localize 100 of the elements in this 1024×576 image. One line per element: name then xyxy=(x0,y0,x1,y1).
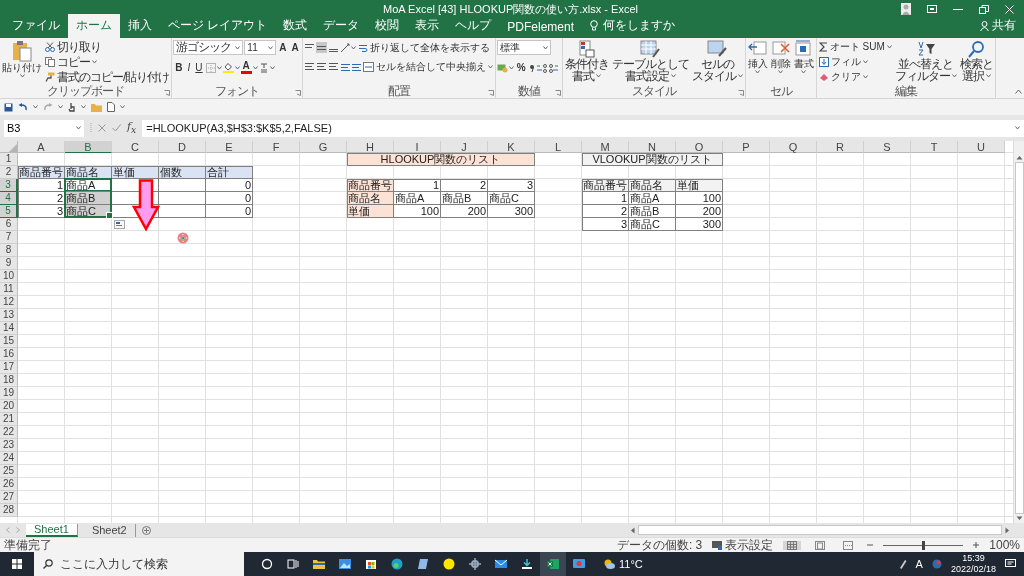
row-header[interactable]: 9 xyxy=(0,257,18,270)
formula-field[interactable]: =HLOOKUP(A3,$H$3:$K$5,2,FALSE) xyxy=(142,119,1024,137)
row-header[interactable]: 19 xyxy=(0,387,18,400)
touch-mode-icon[interactable] xyxy=(68,102,76,112)
close-icon[interactable] xyxy=(1005,4,1014,14)
caret-icon[interactable] xyxy=(801,70,807,74)
column-header[interactable]: H xyxy=(347,141,394,153)
paste-options-icon[interactable] xyxy=(114,220,125,229)
format-button[interactable]: U xyxy=(193,61,205,74)
sheet-tab[interactable]: Sheet1 xyxy=(26,523,78,537)
clipboard-button[interactable]: 切り取り xyxy=(44,40,171,54)
wrap-text-button[interactable]: 折り返して全体を表示する xyxy=(356,40,491,55)
column-header[interactable]: K xyxy=(488,141,535,153)
row-header[interactable]: 6 xyxy=(0,218,18,231)
function-label[interactable]: f$_{x}$ xyxy=(127,120,137,136)
circle-icon[interactable] xyxy=(443,558,455,570)
editing-button[interactable]: フィル xyxy=(817,55,893,69)
clipboard-button[interactable]: 書式のコピー/貼り付け xyxy=(44,70,171,84)
row-header[interactable]: 20 xyxy=(0,400,18,413)
decrease-indent-icon[interactable] xyxy=(339,61,350,72)
row-header[interactable]: 22 xyxy=(0,426,18,439)
style-button[interactable]: セルの スタイル xyxy=(690,40,744,82)
row-header[interactable]: 18 xyxy=(0,374,18,387)
fill-color-icon[interactable] xyxy=(222,62,234,73)
cells-button[interactable]: 削除 xyxy=(769,40,792,74)
folder-icon[interactable] xyxy=(313,558,325,570)
scroll-down-icon[interactable] xyxy=(1015,516,1023,521)
ribbon-tab[interactable]: 挿入 xyxy=(120,14,160,38)
caret-icon[interactable] xyxy=(234,65,240,70)
ribbon-tab[interactable]: データ xyxy=(315,14,368,38)
tell-me-button[interactable]: 何をしますか xyxy=(582,14,684,38)
scroll-right-icon[interactable] xyxy=(1005,526,1010,534)
editing-button[interactable]: 検索と 選択 xyxy=(958,40,994,82)
cells-button[interactable]: 挿入 xyxy=(746,40,769,74)
zoom-out-icon[interactable] xyxy=(867,542,874,548)
name-box[interactable]: B3 xyxy=(4,119,84,137)
shrink-font-button[interactable]: A xyxy=(289,41,301,54)
column-header[interactable]: S xyxy=(864,141,911,153)
notification-icon[interactable] xyxy=(1005,559,1016,569)
clipboard-button[interactable]: コピー xyxy=(44,55,171,69)
clock-time[interactable]: 15:39 xyxy=(962,553,985,564)
scroll-up-icon[interactable] xyxy=(1015,155,1023,160)
pen-icon[interactable] xyxy=(898,559,907,569)
scroll-left-icon[interactable] xyxy=(630,526,635,534)
column-header[interactable]: C xyxy=(112,141,159,153)
caret-icon[interactable] xyxy=(862,75,868,79)
save-icon[interactable] xyxy=(4,102,13,112)
caret-icon[interactable] xyxy=(268,45,274,50)
column-header[interactable]: I xyxy=(394,141,441,153)
row-header[interactable]: 16 xyxy=(0,348,18,361)
column-header[interactable]: R xyxy=(817,141,864,153)
align-left-icon[interactable] xyxy=(303,61,315,72)
column-header[interactable]: D xyxy=(159,141,206,153)
column-header[interactable]: U xyxy=(958,141,1005,153)
row-header[interactable]: 14 xyxy=(0,322,18,335)
ribbon-tab[interactable]: PDFelement xyxy=(499,17,583,38)
row-header[interactable]: 3 xyxy=(0,179,18,192)
undo-icon[interactable] xyxy=(18,102,28,112)
photos-icon[interactable] xyxy=(339,558,351,570)
currency-icon[interactable] xyxy=(496,62,508,73)
caret-icon[interactable] xyxy=(596,74,602,78)
percent-button[interactable]: % xyxy=(514,61,528,74)
row-header[interactable]: 7 xyxy=(0,231,18,244)
row-header[interactable]: 27 xyxy=(0,491,18,504)
caret-icon[interactable] xyxy=(1015,126,1020,130)
caret-icon[interactable] xyxy=(670,74,676,78)
row-header[interactable]: 5 xyxy=(0,205,18,218)
caret-icon[interactable] xyxy=(58,105,63,109)
caret-icon[interactable] xyxy=(81,105,86,109)
increase-decimal-icon[interactable] xyxy=(535,62,548,73)
dialog-launcher-icon[interactable] xyxy=(737,90,744,96)
row-header[interactable]: 4 xyxy=(0,192,18,205)
caret-icon[interactable] xyxy=(508,65,514,70)
column-header[interactable]: E xyxy=(206,141,253,153)
row-header[interactable]: 25 xyxy=(0,465,18,478)
dialog-launcher-icon[interactable] xyxy=(164,90,171,96)
grow-font-button[interactable]: A xyxy=(277,41,289,54)
column-header[interactable]: A xyxy=(18,141,65,153)
dialog-launcher-icon[interactable] xyxy=(294,90,301,96)
column-header[interactable]: B xyxy=(65,141,112,153)
column-header[interactable]: M xyxy=(582,141,629,153)
row-header[interactable]: 23 xyxy=(0,439,18,452)
ribbon-tab[interactable]: ヘルプ xyxy=(447,14,500,38)
ribbon-tab[interactable]: 表示 xyxy=(407,14,448,38)
increase-indent-icon[interactable] xyxy=(350,61,361,72)
task-view-icon[interactable] xyxy=(287,558,299,570)
sheet-tab[interactable]: Sheet2 xyxy=(83,523,136,537)
caret-icon[interactable] xyxy=(19,74,25,78)
font-size-field[interactable]: 11 xyxy=(244,40,277,55)
ribbon-tab[interactable]: ページ レイアウト xyxy=(160,14,276,38)
ime-mode[interactable]: A xyxy=(915,558,923,570)
number-format-field[interactable]: 標準 xyxy=(496,40,551,55)
temperature-text[interactable]: 11°C xyxy=(619,558,643,570)
cells-button[interactable]: 書式 xyxy=(792,40,815,74)
caret-icon[interactable] xyxy=(235,45,241,50)
zoom-in-icon[interactable] xyxy=(973,542,980,548)
store-icon[interactable] xyxy=(365,558,377,570)
caret-icon[interactable] xyxy=(755,70,761,74)
row-header[interactable]: 11 xyxy=(0,283,18,296)
clock-date[interactable]: 2022/02/18 xyxy=(950,564,996,575)
